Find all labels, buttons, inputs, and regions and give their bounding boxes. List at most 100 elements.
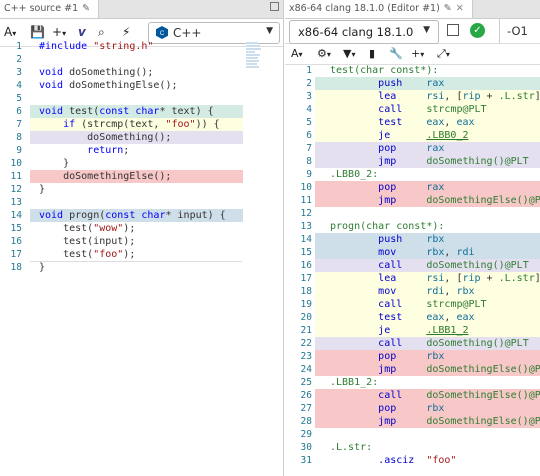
asm-line[interactable]: 25 .LBB1_2: bbox=[285, 376, 540, 389]
asm-line[interactable]: 21 je .LBB1_2 bbox=[285, 324, 540, 337]
source-line[interactable]: 4 void doSomethingElse(); bbox=[0, 79, 283, 92]
source-line[interactable]: 10 } bbox=[0, 157, 283, 170]
line-text: progn(char const*): bbox=[330, 221, 445, 232]
asm-line[interactable]: 19 call strcmp@PLT bbox=[285, 298, 540, 311]
asm-line[interactable]: 10 pop rax bbox=[285, 181, 540, 194]
font-size-button[interactable]: A▾ bbox=[4, 24, 16, 40]
line-text: call doSomethingElse()@PLT bbox=[378, 390, 540, 401]
font-size-button[interactable]: A▾ bbox=[291, 47, 303, 60]
filter-icon[interactable]: ▼▾ bbox=[343, 47, 355, 60]
line-number: 6 bbox=[16, 106, 22, 117]
search-icon[interactable]: ⌕ bbox=[98, 24, 105, 40]
asm-line[interactable]: 9 .LBB0_2: bbox=[285, 168, 540, 181]
line-number: 16 bbox=[300, 260, 312, 271]
asm-line[interactable]: 23 pop rbx bbox=[285, 350, 540, 363]
asm-line[interactable]: 13 progn(char const*): bbox=[285, 220, 540, 233]
source-line[interactable]: 7 if (strcmp(text, "foo")) { bbox=[0, 118, 283, 131]
save-icon[interactable]: 💾 bbox=[30, 24, 45, 40]
success-check-icon[interactable]: ✓ bbox=[470, 23, 485, 38]
asm-line[interactable]: 17 lea rsi, [rip + .L.str] bbox=[285, 272, 540, 285]
asm-line[interactable]: 26 call doSomethingElse()@PLT bbox=[285, 389, 540, 402]
run-icon[interactable]: ⚡ bbox=[122, 24, 130, 40]
asm-line[interactable]: 20 test eax, eax bbox=[285, 311, 540, 324]
asm-line[interactable]: 14 push rbx bbox=[285, 233, 540, 246]
compiler-flags-field[interactable]: -O1 bbox=[499, 19, 540, 43]
source-line[interactable]: 6 void test(const char* text) { bbox=[0, 105, 283, 118]
line-text: test eax, eax bbox=[378, 312, 475, 323]
minimap[interactable] bbox=[246, 42, 262, 82]
vim-icon[interactable]: v bbox=[78, 24, 86, 40]
source-editor-pane: C++ source #1 ✎ A▾ 💾 +▾ v ⌕ ⚡ C C++ ▼ 1 #i… bbox=[0, 0, 284, 476]
line-number: 15 bbox=[10, 223, 22, 234]
source-line[interactable]: 8 doSomething(); bbox=[0, 131, 283, 144]
pencil-icon[interactable]: ✎ bbox=[444, 3, 452, 14]
asm-line[interactable]: 1 test(char const*): bbox=[285, 64, 540, 77]
language-label: C++ bbox=[173, 26, 202, 40]
compiler-select[interactable]: x86-64 clang 18.1.0 ▼ bbox=[289, 20, 439, 44]
asm-line[interactable]: 15 mov rbx, rdi bbox=[285, 246, 540, 259]
source-line[interactable]: 16 test(input); bbox=[0, 235, 283, 248]
asm-line[interactable]: 16 call doSomething()@PLT bbox=[285, 259, 540, 272]
close-icon[interactable]: ✕ bbox=[456, 3, 464, 14]
compiler-tab[interactable]: x86-64 clang 18.1.0 (Editor #1) ✎ ✕ bbox=[285, 0, 473, 18]
line-text: test(input); bbox=[39, 236, 136, 247]
source-line[interactable]: 5 bbox=[0, 92, 283, 105]
asm-line[interactable]: 7 pop rax bbox=[285, 142, 540, 155]
add-tool-button[interactable]: +▾ bbox=[411, 47, 424, 60]
line-text: void doSomething(); bbox=[39, 67, 154, 78]
source-line[interactable]: 13 bbox=[0, 196, 283, 209]
line-number: 21 bbox=[300, 325, 312, 336]
asm-line[interactable]: 4 call strcmp@PLT bbox=[285, 103, 540, 116]
asm-line[interactable]: 28 jmp doSomethingElse()@PLT bbox=[285, 415, 540, 428]
library-icon[interactable]: ▮ bbox=[369, 47, 375, 60]
line-number: 24 bbox=[300, 364, 312, 375]
asm-line[interactable]: 8 jmp doSomething()@PLT bbox=[285, 155, 540, 168]
line-text: } bbox=[39, 262, 46, 273]
line-number: 4 bbox=[16, 80, 22, 91]
source-line[interactable]: 9 return; bbox=[0, 144, 283, 157]
external-link-icon[interactable] bbox=[447, 24, 459, 36]
line-number: 27 bbox=[300, 403, 312, 414]
asm-line[interactable]: 3 lea rsi, [rip + .L.str] bbox=[285, 90, 540, 103]
source-line[interactable]: 3 void doSomething(); bbox=[0, 66, 283, 79]
source-code[interactable]: 1 #include "string.h" 2 3 void doSomething()… bbox=[0, 40, 283, 274]
wrench-icon[interactable]: 🔧 bbox=[389, 47, 403, 60]
asm-line[interactable]: 24 jmp doSomethingElse()@PLT bbox=[285, 363, 540, 376]
asm-line[interactable]: 6 je .LBB0_2 bbox=[285, 129, 540, 142]
source-tab-title: C++ source #1 bbox=[4, 3, 79, 14]
asm-line[interactable]: 22 call doSomething()@PLT bbox=[285, 337, 540, 350]
asm-line[interactable]: 2 push rax bbox=[285, 77, 540, 90]
line-text: void doSomethingElse(); bbox=[39, 80, 178, 91]
line-text: pop rax bbox=[378, 182, 445, 193]
source-line[interactable]: 11 doSomethingElse(); bbox=[0, 170, 283, 183]
asm-line[interactable]: 12 bbox=[285, 207, 540, 220]
source-line[interactable]: 17 test("foo"); bbox=[0, 248, 283, 261]
gear-icon[interactable]: ⚙▾ bbox=[317, 47, 331, 60]
source-line[interactable]: 12} bbox=[0, 183, 283, 196]
asm-line[interactable]: 18 mov rdi, rbx bbox=[285, 285, 540, 298]
source-line[interactable]: 18} bbox=[0, 261, 283, 274]
assembly-pane: x86-64 clang 18.1.0 (Editor #1) ✎ ✕ x86-64… bbox=[285, 0, 540, 476]
line-text: test("wow"); bbox=[39, 223, 136, 234]
source-line[interactable]: 14 void progn(const char* input) { bbox=[0, 209, 283, 222]
asm-line[interactable]: 30 .L.str: bbox=[285, 441, 540, 454]
graph-icon[interactable]: ⤢▾ bbox=[437, 47, 450, 61]
source-line[interactable]: 2 bbox=[0, 53, 283, 66]
asm-line[interactable]: 29 bbox=[285, 428, 540, 441]
asm-line[interactable]: 11 jmp doSomethingElse()@PLT bbox=[285, 194, 540, 207]
add-button[interactable]: +▾ bbox=[52, 24, 66, 40]
source-line[interactable]: 15 test("wow"); bbox=[0, 222, 283, 235]
line-number: 31 bbox=[300, 455, 312, 466]
maximize-icon[interactable] bbox=[270, 2, 279, 11]
asm-line[interactable]: 5 test eax, eax bbox=[285, 116, 540, 129]
assembly-code[interactable]: 1 test(char const*): 2 push rax 3 lea rsi, … bbox=[285, 64, 540, 467]
source-tab[interactable]: C++ source #1 ✎ bbox=[0, 0, 100, 18]
line-text: doSomething(); bbox=[39, 132, 172, 143]
pencil-icon[interactable]: ✎ bbox=[82, 3, 90, 14]
line-text: void test(const char* text) { bbox=[39, 106, 214, 117]
asm-line[interactable]: 27 pop rbx bbox=[285, 402, 540, 415]
line-number: 1 bbox=[16, 41, 22, 52]
cpp-logo-icon: C bbox=[156, 26, 168, 39]
source-line[interactable]: 1 #include "string.h" bbox=[0, 40, 283, 53]
asm-line[interactable]: 31 .asciz "foo" bbox=[285, 454, 540, 467]
